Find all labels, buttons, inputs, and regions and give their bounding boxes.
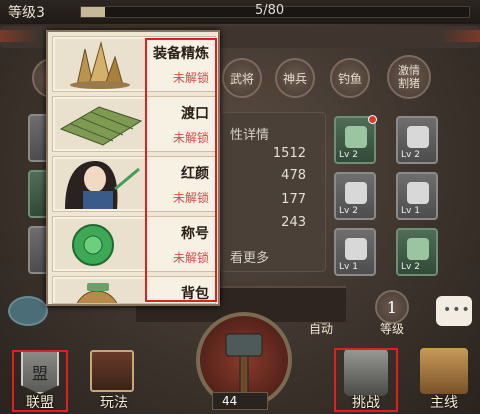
challenge-label: 挑战 [352, 395, 380, 411]
equip-slot-level: Lv 2 [339, 206, 358, 216]
main-quest-button[interactable]: 主线 [412, 344, 476, 414]
alliance-label: 联盟 [26, 395, 54, 411]
nav-wujiang-button[interactable]: 武将 [222, 58, 262, 98]
gameplay-label: 玩法 [100, 395, 128, 411]
level-badge-value: 1 [386, 297, 398, 317]
top-bar: 等级3 5/80 [0, 0, 480, 24]
side-orb-button[interactable] [8, 296, 48, 326]
beauty-portrait-icon [55, 159, 145, 209]
player-level-label: 等级3 [8, 5, 45, 21]
stat-value: 478 [281, 168, 306, 183]
bag-icon [55, 279, 145, 303]
equip-slot[interactable]: Lv 2 [396, 116, 438, 164]
nav-diaoyu-label: 钓鱼 [337, 71, 362, 86]
menu-item-equip-refine[interactable]: 装备精炼 未解锁 [52, 36, 216, 92]
cannon-icon [344, 348, 388, 396]
auto-battle-label: 自动 [309, 322, 334, 336]
right-banner-decoration [440, 30, 480, 42]
see-more-link[interactable]: 看更多 [230, 247, 269, 266]
equip-item-icon [407, 238, 429, 260]
stats-title: 性详情 [230, 128, 270, 143]
equip-slot[interactable]: Lv 2 [396, 228, 438, 276]
stat-value: 177 [281, 192, 306, 207]
equip-slot-level: Lv 2 [401, 150, 420, 160]
equip-slot[interactable]: Lv 1 [396, 172, 438, 220]
book-icon [90, 350, 134, 392]
equip-slot-level: Lv 1 [339, 262, 358, 272]
center-counter-badge [212, 392, 268, 410]
scroll-book-icon [420, 348, 468, 394]
menu-item-ferry[interactable]: 渡口 未解锁 [52, 96, 216, 152]
menu-item-bag[interactable]: 背包 [52, 276, 216, 304]
equip-slot[interactable]: Lv 1 [334, 228, 376, 276]
menu-item-status: 未解锁 [172, 71, 209, 85]
crystal-icon [55, 39, 145, 89]
raft-icon [55, 99, 145, 149]
nav-shenbing-button[interactable]: 神兵 [275, 58, 315, 98]
hammer-icon [225, 333, 263, 395]
equip-item-icon [345, 126, 367, 148]
exp-bar-fill [81, 7, 106, 17]
stat-value: 243 [281, 215, 306, 230]
exp-text: 5/80 [255, 3, 285, 18]
equip-item-icon [345, 238, 367, 260]
equip-slot-level: Lv 2 [401, 262, 420, 272]
jade-seal-icon [55, 219, 145, 269]
main-quest-label: 主线 [430, 395, 458, 411]
menu-item-title: 称号 [181, 226, 209, 242]
center-count: 44 [222, 394, 238, 408]
notification-dot [368, 115, 377, 124]
gameplay-button[interactable]: 玩法 [84, 344, 144, 414]
nav-diaoyu-button[interactable]: 钓鱼 [330, 58, 370, 98]
left-banner-decoration [0, 30, 38, 42]
menu-item-title: 装备精炼 [153, 46, 209, 62]
chat-icon: ••• [443, 302, 471, 318]
alliance-banner-glyph: 盟 [32, 364, 49, 383]
equip-item-icon [345, 182, 367, 204]
equip-slot[interactable]: Lv 2 [334, 172, 376, 220]
menu-item-status: 未解锁 [172, 191, 209, 205]
nav-shenbing-label: 神兵 [282, 71, 307, 86]
equip-slot[interactable]: Lv 2 [334, 115, 377, 164]
menu-item-status: 未解锁 [172, 131, 209, 145]
equip-slot-level: Lv 1 [401, 206, 420, 216]
menu-item-beauty[interactable]: 红颜 未解锁 [52, 156, 216, 212]
chat-button[interactable]: ••• [436, 296, 472, 326]
menu-item-status: 未解锁 [172, 251, 209, 265]
game-screen: 等级3 5/80 武将 神兵 钓鱼 激情 割猪 性详情 1512 478 177… [0, 0, 480, 414]
nav-jiqing-button[interactable]: 激情 割猪 [387, 55, 431, 99]
stat-value: 1512 [272, 146, 306, 161]
challenge-button[interactable]: 挑战 [334, 344, 398, 414]
equip-slot-level: Lv 2 [339, 150, 358, 160]
nav-jiqing-label: 激情 割猪 [398, 64, 420, 90]
equip-item-icon [407, 182, 429, 204]
alliance-button[interactable]: 盟 联盟 [12, 344, 68, 414]
level-badge-label: 等级 [380, 322, 405, 336]
menu-item-title: 红颜 [181, 166, 209, 182]
menu-item-title: 渡口 [181, 106, 209, 122]
menu-item-title-honor[interactable]: 称号 未解锁 [52, 216, 216, 272]
nav-wujiang-label: 武将 [229, 71, 254, 86]
menu-item-title: 背包 [181, 286, 209, 302]
level-badge[interactable]: 1 [375, 290, 409, 324]
feature-menu-popup: 装备精炼 未解锁 渡口 未解锁 红颜 未解锁 称号 未解锁 背包 [46, 30, 220, 306]
equip-item-icon [407, 126, 429, 148]
